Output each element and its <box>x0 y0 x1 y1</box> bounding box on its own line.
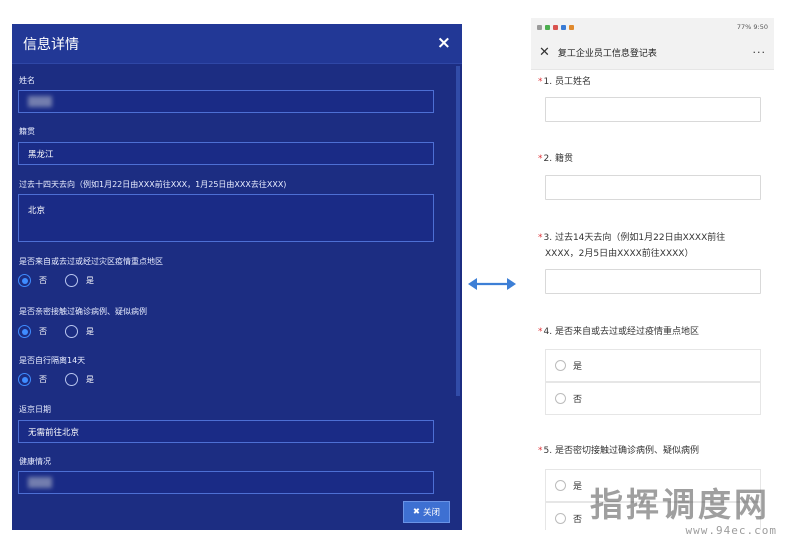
dialog-footer: ✖ 关闭 <box>12 494 462 530</box>
radio-circle <box>555 393 566 404</box>
required-mark: * <box>538 77 543 87</box>
isolation-label: 是否自行隔离14天 <box>19 356 86 365</box>
question-3-label-line2: XXXX，2月5日由XXXX前往XXXX） <box>545 249 694 259</box>
radio-yes-label: 是 <box>86 276 94 285</box>
question-3-label-line1: 3. 过去14天去向（例如1月22日由XXXX前往 <box>543 233 726 243</box>
health-field <box>18 471 434 494</box>
radio-no-selected[interactable] <box>18 325 31 338</box>
required-mark: * <box>538 446 543 456</box>
option-label: 否 <box>573 395 583 405</box>
return-date-label: 返京日期 <box>19 405 51 414</box>
employee-name-input[interactable] <box>545 97 761 122</box>
radio-no-selected[interactable] <box>18 373 31 386</box>
radio-yes[interactable] <box>65 373 78 386</box>
health-label: 健康情况 <box>19 457 51 466</box>
question-2-label: 2. 籍贯 <box>543 154 573 164</box>
q4-option-yes[interactable]: 是 <box>545 349 761 382</box>
option-label: 是 <box>573 362 583 372</box>
close-button[interactable]: ✖ 关闭 <box>403 501 450 523</box>
redacted-name <box>28 96 52 107</box>
redacted-health <box>28 477 52 488</box>
close-button-label: 关闭 <box>423 508 441 518</box>
form-title: 复工企业员工信息登记表 <box>557 49 657 59</box>
native-place-input[interactable] <box>545 175 761 200</box>
info-detail-dialog: 信息详情 × 姓名 籍贯 黑龙江 过去十四天去向（例如1月22日由XXX前往XX… <box>12 24 462 530</box>
dialog-title: 信息详情 <box>23 36 79 53</box>
option-label: 是 <box>573 482 583 492</box>
radio-no-selected[interactable] <box>18 274 31 287</box>
epidemic-area-label: 是否来自或去过或经过灾区疫情重点地区 <box>19 257 163 266</box>
native-place-field: 黑龙江 <box>18 142 434 165</box>
watermark-text: 指挥调度网 <box>590 485 770 524</box>
question-3: *3. 过去14天去向（例如1月22日由XXXX前往 XXXX，2月5日由XXX… <box>538 230 725 262</box>
radio-circle <box>555 480 566 491</box>
dialog-header: 信息详情 × <box>12 24 462 64</box>
phone-screen: 77% 9:50 ✕ 复工企业员工信息登记表 ··· *1. 员工姓名 *2. … <box>531 18 774 530</box>
radio-yes-label: 是 <box>86 327 94 336</box>
close-icon[interactable]: × <box>437 35 451 52</box>
radio-yes-label: 是 <box>86 375 94 384</box>
question-4: *4. 是否来自或去过或经过疫情重点地区 <box>538 324 699 340</box>
double-arrow-icon <box>468 278 516 290</box>
status-icons <box>537 24 574 30</box>
radio-no-label: 否 <box>39 327 47 336</box>
close-icon[interactable]: ✕ <box>539 45 550 60</box>
q4-option-no[interactable]: 否 <box>545 382 761 415</box>
name-label: 姓名 <box>19 76 35 85</box>
radio-no-label: 否 <box>39 375 47 384</box>
return-date-field: 无需前往北京 <box>18 420 434 443</box>
dialog-body: 姓名 籍贯 黑龙江 过去十四天去向（例如1月22日由XXX前往XXX，1月25日… <box>12 65 462 530</box>
radio-circle <box>555 360 566 371</box>
isolation-radios: 否 是 <box>18 373 112 386</box>
question-1-label: 1. 员工姓名 <box>543 77 591 87</box>
question-2: *2. 籍贯 <box>538 151 573 167</box>
required-mark: * <box>538 154 543 164</box>
native-place-label: 籍贯 <box>19 127 35 136</box>
radio-yes[interactable] <box>65 325 78 338</box>
radio-circle <box>555 513 566 524</box>
required-mark: * <box>538 233 543 243</box>
question-5-label: 5. 是否密切接触过确诊病例、疑似病例 <box>543 446 699 456</box>
question-1: *1. 员工姓名 <box>538 74 591 90</box>
more-icon[interactable]: ··· <box>753 46 767 59</box>
route-field: 北京 <box>18 194 434 242</box>
status-bar: 77% 9:50 <box>531 18 774 36</box>
site-watermark: 指挥调度网 www.94ec.com <box>590 478 795 540</box>
status-time: 77% 9:50 <box>736 23 768 31</box>
close-button-icon: ✖ <box>412 507 421 517</box>
contact-radios: 否 是 <box>18 325 112 338</box>
phone-title-bar: ✕ 复工企业员工信息登记表 ··· <box>531 36 774 70</box>
route-label: 过去十四天去向（例如1月22日由XXX前往XXX，1月25日由XXX去往XXX) <box>19 180 287 189</box>
question-4-label: 4. 是否来自或去过或经过疫情重点地区 <box>543 327 699 337</box>
contact-label: 是否亲密接触过确诊病例、疑似病例 <box>19 307 147 316</box>
question-5: *5. 是否密切接触过确诊病例、疑似病例 <box>538 443 699 459</box>
name-field <box>18 90 434 113</box>
epidemic-area-radios: 否 是 <box>18 274 112 287</box>
route-input[interactable] <box>545 269 761 294</box>
required-mark: * <box>538 327 543 337</box>
radio-no-label: 否 <box>39 276 47 285</box>
dialog-scrollbar[interactable] <box>456 66 460 396</box>
option-label: 否 <box>573 515 583 525</box>
radio-yes[interactable] <box>65 274 78 287</box>
